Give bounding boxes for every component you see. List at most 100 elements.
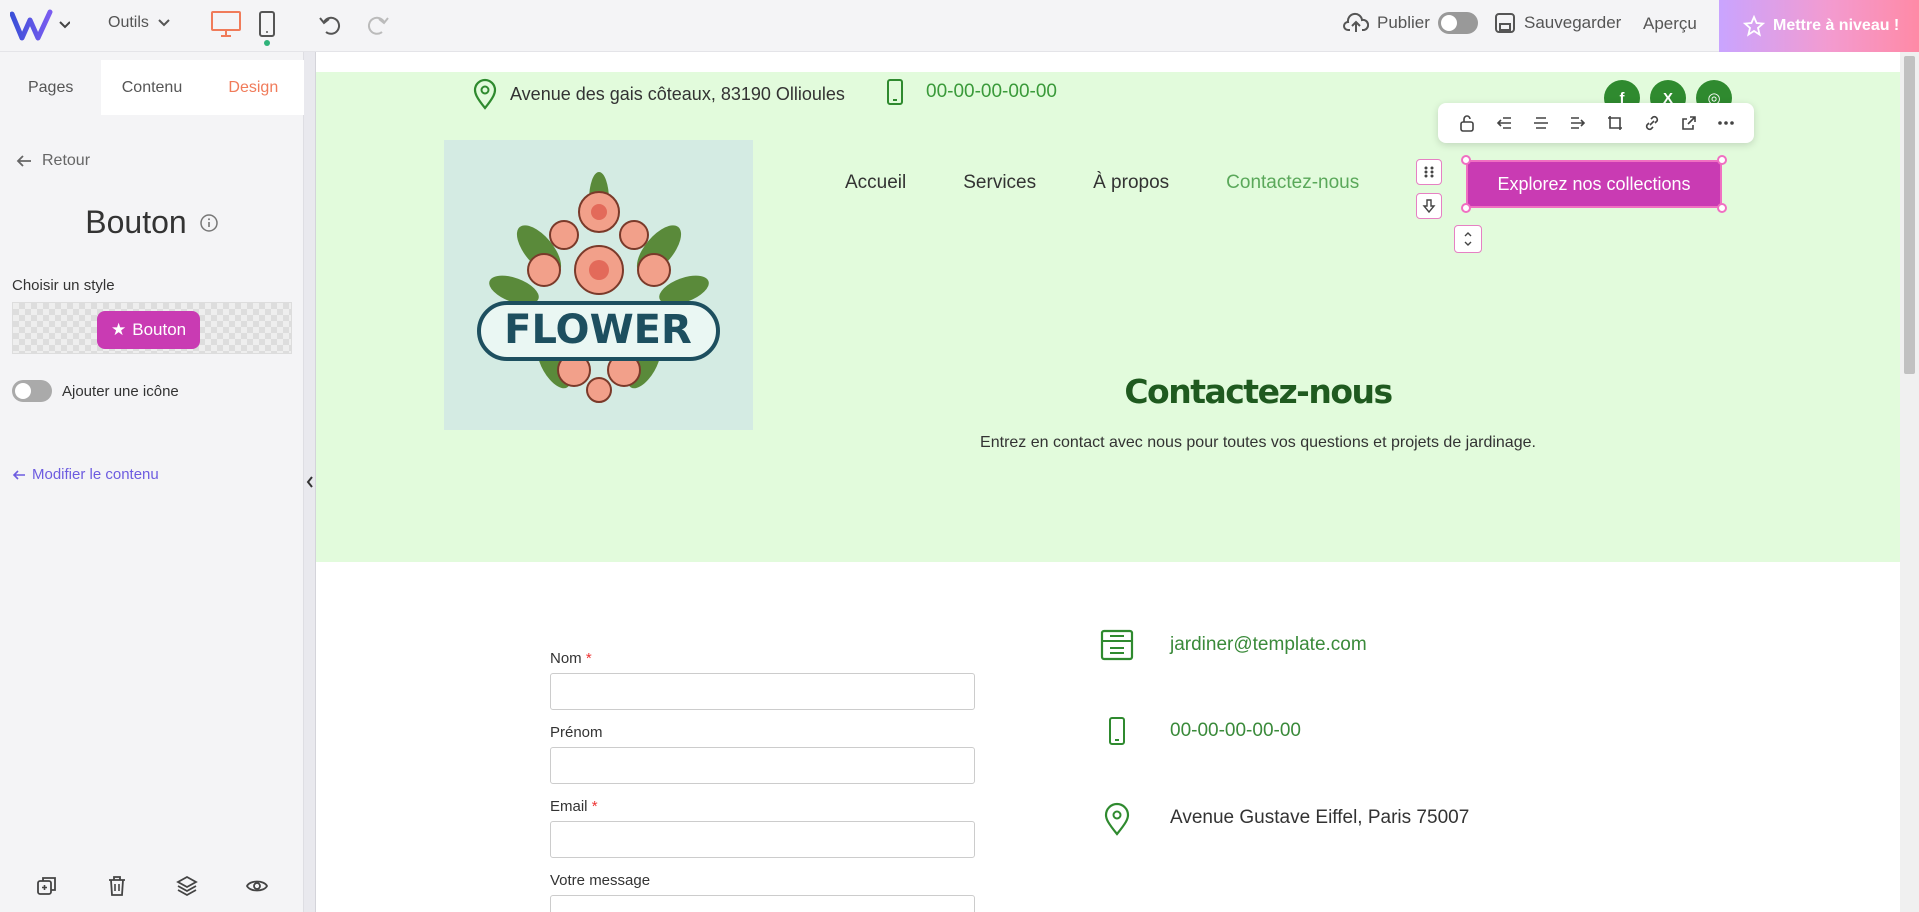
contact-phone: 00-00-00-00-00 xyxy=(1100,716,1301,746)
canvas-scrollbar[interactable] xyxy=(1900,52,1919,912)
add-icon-row[interactable]: Ajouter une icône xyxy=(12,380,179,402)
undo-button[interactable] xyxy=(318,12,344,38)
required-mark: * xyxy=(585,650,592,667)
message-label: Votre message xyxy=(550,872,975,889)
link-icon[interactable] xyxy=(1643,114,1661,132)
arrow-down-icon xyxy=(1422,199,1436,214)
tab-pages[interactable]: Pages xyxy=(0,60,101,115)
tools-menu[interactable]: Outils xyxy=(108,14,171,32)
arrow-left-icon xyxy=(16,155,31,167)
mobile-view-button[interactable] xyxy=(258,10,276,38)
edit-content-link[interactable]: Modifier le contenu xyxy=(12,466,159,483)
top-phone-text: 00-00-00-00-00 xyxy=(926,81,1057,102)
app-logo-menu[interactable] xyxy=(10,8,70,42)
save-button[interactable]: Sauvegarder xyxy=(1494,12,1621,34)
undo-icon xyxy=(319,16,341,35)
more-options-icon[interactable] xyxy=(1717,114,1735,132)
preview-button[interactable]: Aperçu xyxy=(1643,14,1697,34)
message-input[interactable] xyxy=(550,895,975,912)
contact-email: jardiner@template.com xyxy=(1100,628,1367,662)
required-mark: * xyxy=(591,798,598,815)
panel-title-text: Bouton xyxy=(85,204,187,240)
resize-icon[interactable] xyxy=(1606,114,1624,132)
explore-collections-button[interactable]: Explorez nos collections xyxy=(1466,160,1722,208)
duplicate-icon[interactable] xyxy=(35,874,59,898)
chevron-down-icon xyxy=(158,19,170,27)
info-icon[interactable] xyxy=(199,213,219,233)
nav-item-services[interactable]: Services xyxy=(963,172,1036,194)
back-label: Retour xyxy=(42,152,91,169)
message-label-text: Votre message xyxy=(550,872,651,889)
page-subheading: Entrez en contact avec nous pour toutes … xyxy=(980,434,1536,451)
redo-button[interactable] xyxy=(364,12,390,38)
firstname-label: Prénom xyxy=(550,724,975,741)
tab-contenu[interactable]: Contenu xyxy=(101,60,203,115)
unlock-icon[interactable] xyxy=(1458,114,1476,132)
name-input[interactable] xyxy=(550,673,975,710)
back-link[interactable]: Retour xyxy=(16,152,90,170)
element-toolbar xyxy=(1438,103,1754,143)
redo-icon xyxy=(367,16,389,35)
resize-handle-tr[interactable] xyxy=(1717,155,1727,165)
drag-icon xyxy=(1424,166,1434,178)
external-link-icon[interactable] xyxy=(1680,114,1698,132)
star-icon xyxy=(1743,15,1765,37)
contact-phone-text[interactable]: 00-00-00-00-00 xyxy=(1170,720,1301,742)
tab-design[interactable]: Design xyxy=(202,60,304,115)
top-address-text: Avenue des gais côteaux, 83190 Ollioules xyxy=(510,83,845,104)
phone-icon xyxy=(1109,717,1125,745)
firstname-label-text: Prénom xyxy=(550,724,603,741)
align-center-icon[interactable] xyxy=(1532,114,1550,132)
align-left-icon[interactable] xyxy=(1495,114,1513,132)
resize-handle-br[interactable] xyxy=(1717,203,1727,213)
edit-content-label: Modifier le contenu xyxy=(32,466,159,483)
style-preview-button[interactable]: ★ Bouton xyxy=(97,311,201,349)
mobile-indicator-dot xyxy=(264,40,270,46)
top-bar: Outils Publier Sauvegarder Aperçu xyxy=(0,0,1919,52)
layers-icon[interactable] xyxy=(175,874,199,898)
add-icon-toggle[interactable] xyxy=(12,380,52,402)
phone-icon xyxy=(887,79,903,105)
style-preview-box[interactable]: ★ Bouton xyxy=(12,302,292,354)
tools-label: Outils xyxy=(108,14,149,31)
publish-control[interactable]: Publier xyxy=(1343,12,1478,34)
nav-item-contact[interactable]: Contactez-nous xyxy=(1226,172,1359,194)
nav-item-a-propos[interactable]: À propos xyxy=(1093,172,1169,194)
cloud-upload-icon xyxy=(1343,12,1369,32)
trash-icon[interactable] xyxy=(105,874,129,898)
upgrade-button[interactable]: Mettre à niveau ! xyxy=(1719,0,1919,52)
logo-text: FLOWER xyxy=(504,307,692,353)
firstname-input[interactable] xyxy=(550,747,975,784)
location-pin-icon xyxy=(1104,802,1130,836)
contact-email-text[interactable]: jardiner@template.com xyxy=(1170,634,1367,656)
scrollbar-thumb[interactable] xyxy=(1904,56,1915,374)
move-down-button[interactable] xyxy=(1416,193,1442,219)
publish-toggle[interactable] xyxy=(1437,12,1478,34)
left-panel: Pages Contenu Design Retour Bouton Chois… xyxy=(0,52,304,912)
mobile-icon xyxy=(259,11,275,37)
spacing-control[interactable] xyxy=(1454,225,1482,253)
style-button-label: Bouton xyxy=(132,320,187,339)
panel-bottom-actions xyxy=(0,874,304,898)
upgrade-label: Mettre à niveau ! xyxy=(1773,17,1900,34)
top-address: Avenue des gais côteaux, 83190 Ollioules xyxy=(472,78,845,110)
vertical-resize-icon xyxy=(1464,232,1472,246)
desktop-view-button[interactable] xyxy=(210,10,242,38)
arrow-left-icon xyxy=(12,469,25,480)
preview-label: Aperçu xyxy=(1643,14,1697,33)
email-input[interactable] xyxy=(550,821,975,858)
main-nav: Accueil Services À propos Contactez-nous xyxy=(845,172,1359,194)
resize-handle-bl[interactable] xyxy=(1461,203,1471,213)
resize-handle-tl[interactable] xyxy=(1461,155,1471,165)
nav-item-accueil[interactable]: Accueil xyxy=(845,172,906,194)
contact-address: Avenue Gustave Eiffel, Paris 75007 xyxy=(1100,800,1469,836)
align-right-icon[interactable] xyxy=(1569,114,1587,132)
drag-handle[interactable] xyxy=(1416,159,1442,185)
panel-title: Bouton xyxy=(0,204,304,241)
add-icon-label: Ajouter une icône xyxy=(62,382,179,400)
mail-inbox-icon xyxy=(1100,629,1134,661)
panel-collapse-handle[interactable] xyxy=(304,52,316,912)
eye-icon[interactable] xyxy=(245,874,269,898)
email-label: Email * xyxy=(550,798,975,815)
editor-canvas: Avenue des gais côteaux, 83190 Ollioules… xyxy=(316,52,1900,912)
